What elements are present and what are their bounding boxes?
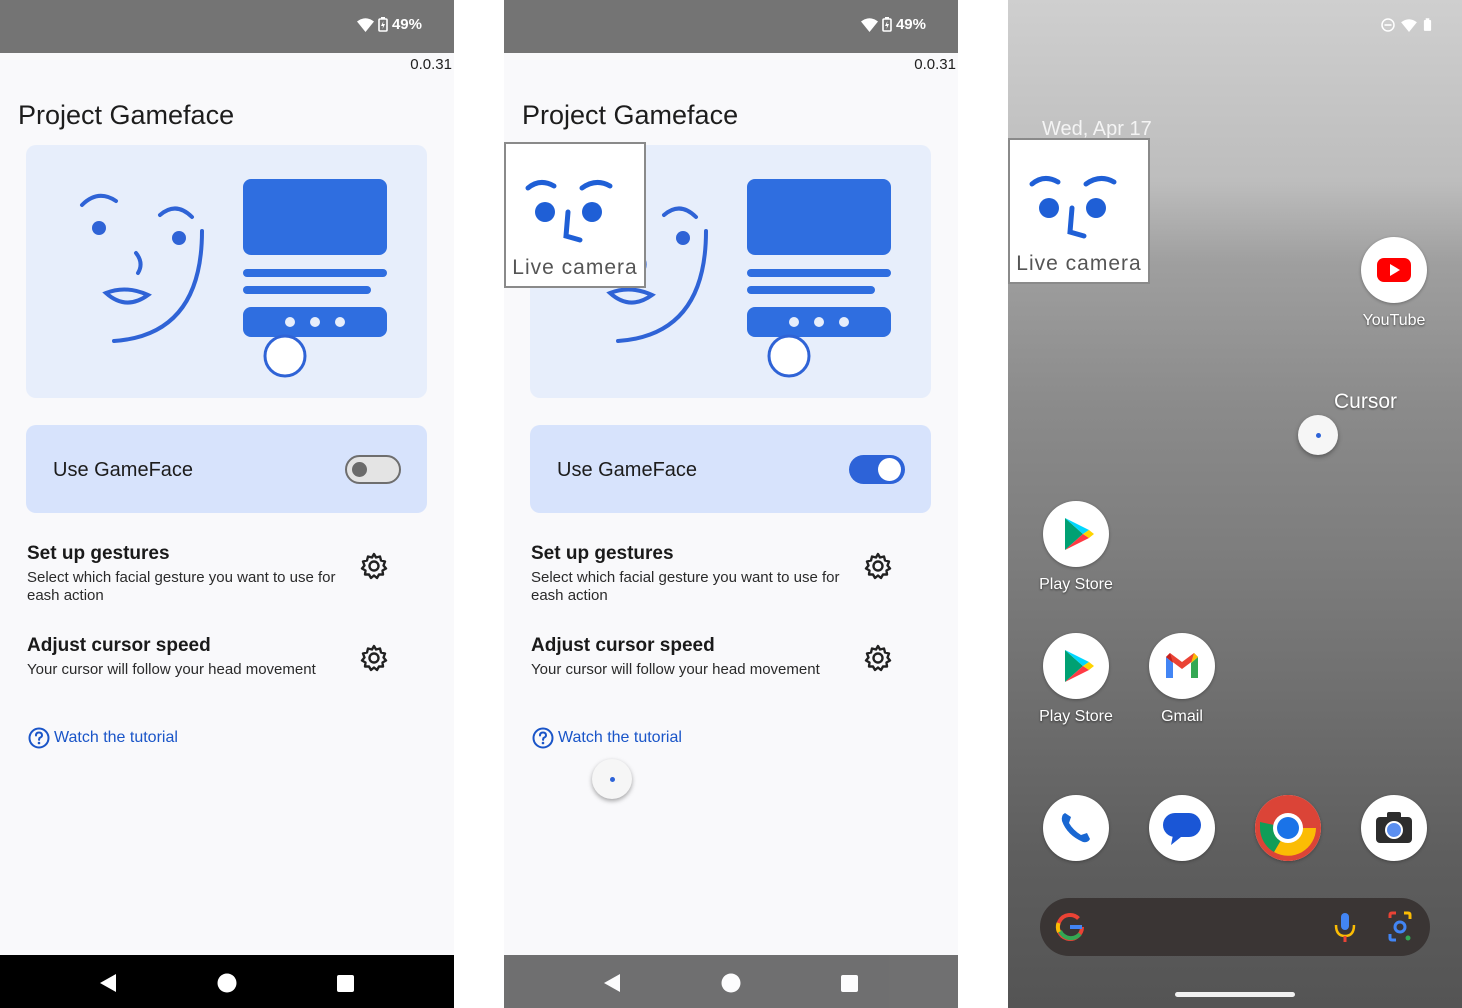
setting-desc: Select which facial gesture you want to … [27,569,336,604]
wifi-icon [1401,18,1417,32]
page-title: Project Gameface [522,100,739,130]
app-version: 0.0.31 [914,56,956,73]
battery-icon [1423,18,1432,31]
youtube-icon [1377,258,1411,282]
tutorial-label: Watch the tutorial [558,729,682,746]
app-play-store[interactable] [1043,633,1109,699]
gear-icon[interactable] [863,643,893,673]
app-label: Play Store [1039,576,1113,593]
play-store-icon [1065,650,1094,682]
use-gameface-label: Use GameFace [53,459,194,481]
watch-tutorial-link[interactable]: Watch the tutorial [532,727,682,749]
gear-icon[interactable] [359,551,389,581]
setting-gestures[interactable]: Set up gestures Select which facial gest… [531,543,921,605]
home-icon [217,973,237,993]
face-cursor [1298,415,1338,455]
home-icon [721,973,741,993]
navigation-bar [504,955,958,1008]
app-label: YouTube [1362,312,1426,329]
back-icon [604,974,620,992]
page-title: Project Gameface [18,100,235,130]
status-bar: 49% [0,0,454,53]
do-not-disturb-icon [1381,18,1395,32]
screen-gameface-on: 49% 0.0.31 Project Gameface Live camera … [504,0,958,1008]
screen-home: Wed, Apr 17 Live camera YouTube Cursor P… [1008,0,1462,1008]
use-gameface-card[interactable]: Use GameFace [530,425,931,513]
dock-messages[interactable] [1149,795,1215,861]
app-version: 0.0.31 [410,56,452,73]
hero-illustration [26,145,427,398]
status-bar [1381,18,1432,32]
app-youtube[interactable] [1361,237,1427,303]
microphone-icon [1334,913,1356,942]
wifi-icon [860,17,878,32]
cursor-label: Cursor [1334,390,1398,413]
help-icon [532,727,554,749]
use-gameface-switch[interactable] [345,455,401,484]
google-search-bar[interactable] [1040,898,1430,956]
dock-chrome[interactable] [1255,795,1321,861]
switch-knob [352,462,367,477]
play-store-icon [1065,518,1094,550]
use-gameface-card[interactable]: Use GameFace [26,425,427,513]
setting-desc: Select which facial gesture you want to … [531,569,840,604]
live-camera-label: Live camera [512,256,638,279]
gear-icon[interactable] [863,551,893,581]
phone-icon [1061,813,1090,843]
face-icon [1029,176,1117,239]
setting-gestures[interactable]: Set up gestures Select which facial gest… [27,543,417,605]
battery-icon [378,17,388,32]
face-icon [525,180,613,243]
switch-knob [878,458,901,481]
screen-gameface-off: 49% 0.0.31 Project Gameface Use GameFace [0,0,454,1008]
messages-icon [1163,813,1201,845]
live-camera-label: Live camera [1016,252,1142,275]
app-label: Gmail [1161,708,1203,725]
gesture-handle[interactable] [1175,992,1295,997]
status-bar: 49% [504,0,958,53]
recents-icon [841,975,858,992]
dock-phone[interactable] [1043,795,1109,861]
battery-percent: 49% [895,16,926,33]
live-camera-overlay[interactable]: Live camera [1008,138,1150,284]
wifi-icon [356,17,374,32]
lens-icon [1388,911,1412,942]
back-icon [100,974,116,992]
app-label: Play Store [1039,708,1113,725]
face-cursor [592,759,632,799]
chrome-icon [1255,795,1321,861]
live-camera-overlay[interactable]: Live camera [504,142,646,288]
app-gmail[interactable] [1149,633,1215,699]
battery-icon [882,17,892,32]
battery-percent: 49% [391,16,422,33]
gmail-icon [1166,653,1198,678]
recents-icon [337,975,354,992]
app-play-store[interactable] [1043,501,1109,567]
setting-desc: Your cursor will follow your head moveme… [27,661,316,678]
dock-camera[interactable] [1361,795,1427,861]
watch-tutorial-link[interactable]: Watch the tutorial [28,727,178,749]
google-icon [1055,913,1084,941]
camera-icon [1376,812,1412,843]
navigation-bar [0,955,454,1008]
gear-icon[interactable] [359,643,389,673]
tutorial-label: Watch the tutorial [54,729,178,746]
setting-cursor-speed[interactable]: Adjust cursor speed Your cursor will fol… [531,635,921,679]
help-icon [28,727,50,749]
setting-cursor-speed[interactable]: Adjust cursor speed Your cursor will fol… [27,635,417,679]
use-gameface-switch[interactable] [849,455,905,484]
setting-desc: Your cursor will follow your head moveme… [531,661,820,678]
use-gameface-label: Use GameFace [557,459,698,481]
